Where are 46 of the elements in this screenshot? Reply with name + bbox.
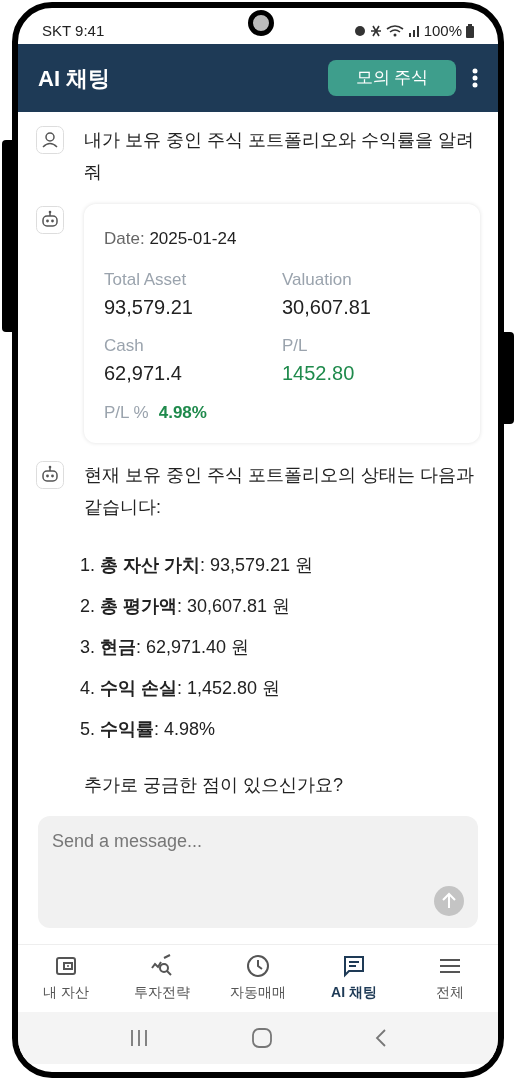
field-label: Total Asset (104, 268, 188, 291)
status-time: SKT 9:41 (42, 20, 105, 41)
list-item: 5. 수익률: 4.98% (80, 718, 217, 741)
wifi-icon (385, 24, 404, 38)
signal-icon (407, 24, 420, 37)
field-label: P/L (282, 334, 309, 357)
field-value: 30,607.81 (282, 294, 372, 320)
list-item: 3. 현금: 62,971.40 원 (80, 636, 251, 659)
field-label: Cash (104, 334, 145, 357)
bluetooth-icon (369, 24, 382, 37)
field-value: 4.98% (158, 401, 207, 424)
date-value: 2025-01-24 (149, 229, 237, 248)
field-value: 1452.80 (282, 360, 356, 386)
field-value: 93,579.21 (104, 294, 194, 320)
message-text: 추가로 궁금한 점이 있으신가요? (84, 774, 344, 797)
nav-tab[interactable]: 투자전략 (114, 945, 210, 1012)
battery-level: 100% (423, 20, 462, 41)
nav-tab[interactable]: 자동매매 (210, 945, 306, 1012)
message-text: 현재 보유 중인 주식 포트폴리오의 상태는 다음과 같습니다: (84, 464, 475, 519)
message-text: 내가 보유 중인 주식 포트폴리오와 수익률을 알려줘 (84, 129, 475, 184)
chart-search-icon (150, 954, 174, 978)
message-field[interactable]: Send a message... (38, 816, 478, 928)
battery-icon (466, 23, 474, 38)
back-icon[interactable] (374, 1028, 387, 1048)
header-title: AI 채팅 (38, 64, 112, 93)
list-item: 4. 수익 손실: 1,452.80 원 (80, 677, 282, 700)
recents-icon[interactable] (129, 1029, 150, 1047)
nav-tab[interactable]: AI 채팅 (306, 945, 402, 1012)
user-avatar-icon (36, 126, 64, 154)
list-item: 1. 총 자산 가치: 93,579.21 원 (80, 554, 315, 577)
field-label: P/L % (104, 401, 149, 424)
field-value: 62,971.4 (104, 360, 183, 386)
robot-avatar-icon (36, 461, 64, 489)
home-icon[interactable] (252, 1028, 272, 1048)
field-label: Valuation (282, 268, 353, 291)
clock-icon (246, 954, 270, 978)
nav-tab[interactable]: 내 자산 (18, 945, 114, 1012)
camera-icon (248, 10, 274, 36)
list-item: 2. 총 평가액: 30,607.81 원 (80, 595, 292, 618)
robot-avatar-icon (36, 206, 64, 234)
more-icon[interactable] (472, 68, 478, 88)
chat-icon (342, 954, 366, 978)
alarm-icon (353, 24, 366, 37)
wallet-icon (54, 954, 78, 978)
date-label: Date: (104, 229, 145, 248)
nav-tab[interactable]: 전체 (402, 945, 498, 1012)
